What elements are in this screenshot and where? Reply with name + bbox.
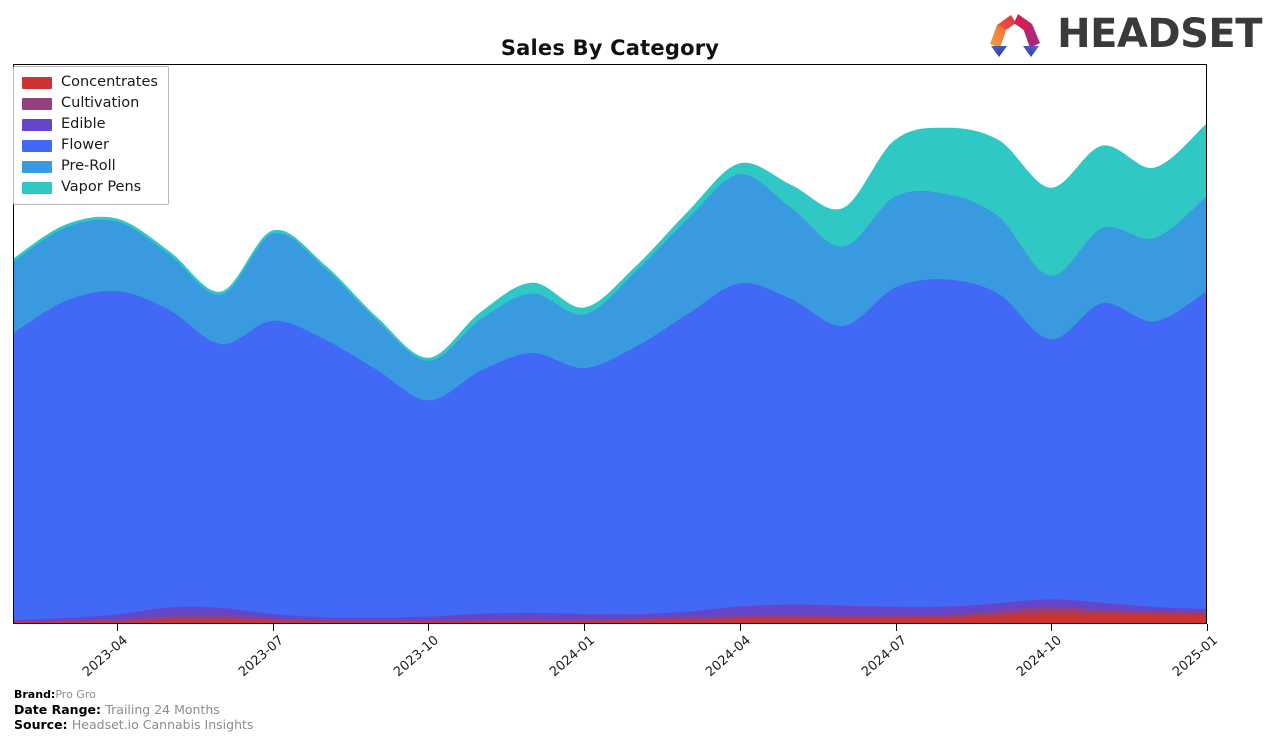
headset-logo: HEADSET: [987, 9, 1262, 59]
x-tick-mark: [272, 624, 274, 631]
legend-swatch-icon: [22, 160, 52, 173]
footer-value: Trailing 24 Months: [105, 701, 220, 717]
stacked-area-svg: [14, 124, 1206, 623]
legend-item-label: Edible: [61, 116, 106, 133]
x-tick-label: 2025-01: [1169, 633, 1221, 680]
x-tick-label: 2023-07: [235, 633, 287, 680]
footer-key: Date Range:: [14, 701, 106, 717]
legend-item-label: Vapor Pens: [61, 179, 142, 196]
footer-value: Pro Gro: [55, 688, 96, 701]
footer-row-daterange: Date Range: Trailing 24 Months: [14, 702, 614, 718]
legend-item-vapor-pens[interactable]: Vapor Pens: [22, 178, 158, 197]
footer-key: Brand:: [14, 688, 56, 701]
x-axis: 2023-04 2023-07 2023-10 2024-01 2024-04 2024-…: [13, 624, 1221, 684]
legend-item-label: Cultivation: [61, 95, 140, 112]
headset-wordmark: HEADSET: [1057, 11, 1262, 57]
footer-value: Headset.io Cannabis Insights: [71, 717, 254, 733]
legend-item-label: Concentrates: [61, 74, 158, 91]
legend-item-concentrates[interactable]: Concentrates: [22, 73, 158, 92]
x-tick-label: 2023-04: [79, 633, 131, 680]
x-tick-label: 2024-04: [702, 633, 754, 680]
legend-item-cultivation[interactable]: Cultivation: [22, 94, 158, 113]
legend-item-pre-roll[interactable]: Pre-Roll: [22, 157, 158, 176]
chart-footer: Brand: Pro Gro Date Range: Trailing 24 Mon…: [14, 688, 614, 733]
x-tick-mark: [739, 624, 741, 631]
chart-page: Sales By Category HEADSET Concentrates C…: [0, 0, 1276, 743]
chart-legend: Concentrates Cultivation Edible Flower Pre-R…: [13, 66, 169, 205]
x-tick-label: 2023-10: [391, 633, 443, 680]
footer-row-source: Source: Headset.io Cannabis Insights: [14, 717, 614, 733]
x-tick-mark: [116, 624, 118, 631]
x-tick-label: 2024-01: [547, 633, 598, 680]
legend-swatch-icon: [22, 76, 52, 89]
x-tick-mark: [1051, 624, 1053, 631]
legend-item-label: Pre-Roll: [61, 158, 116, 175]
x-tick-label: 2024-10: [1014, 633, 1066, 680]
x-tick-mark: [895, 624, 897, 631]
legend-item-label: Flower: [61, 137, 109, 154]
legend-swatch-icon: [22, 118, 52, 131]
x-tick-mark: [584, 624, 585, 631]
chart-plot-area: [13, 64, 1207, 624]
x-tick-mark: [1207, 624, 1208, 631]
legend-swatch-icon: [22, 97, 52, 110]
x-tick-mark: [428, 624, 430, 631]
footer-key: Source:: [14, 717, 72, 733]
legend-item-flower[interactable]: Flower: [22, 136, 158, 155]
headset-logo-mark: [990, 14, 1041, 57]
legend-swatch-icon: [22, 139, 52, 152]
footer-row-brand: Brand: Pro Gro: [14, 688, 614, 702]
legend-swatch-icon: [22, 181, 52, 194]
x-tick-label: 2024-07: [858, 633, 910, 680]
legend-item-edible[interactable]: Edible: [22, 115, 158, 134]
